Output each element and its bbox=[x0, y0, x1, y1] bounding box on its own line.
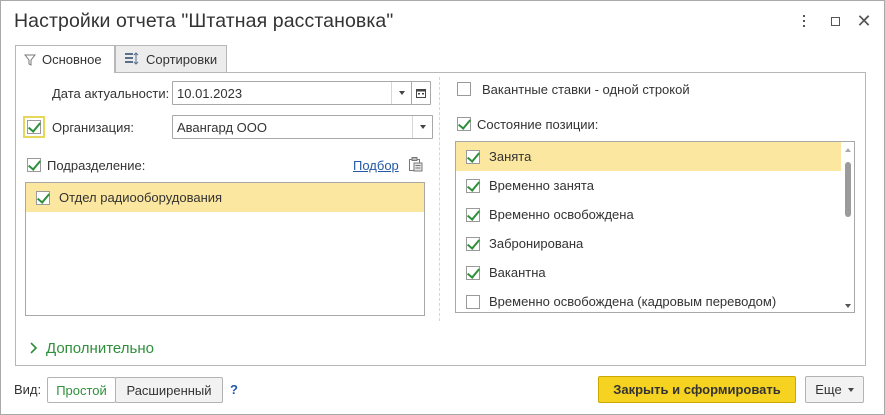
maximize-icon[interactable] bbox=[826, 11, 844, 31]
state-label: Состояние позиции: bbox=[477, 117, 599, 132]
state-item-checkbox[interactable] bbox=[466, 178, 480, 193]
calendar-button[interactable] bbox=[411, 81, 431, 105]
state-item-checkbox[interactable] bbox=[466, 294, 480, 309]
date-field[interactable]: 10.01.2023 bbox=[172, 81, 412, 105]
view-simple-button[interactable]: Простой bbox=[47, 377, 116, 403]
state-item-checkbox[interactable] bbox=[466, 149, 480, 164]
list-item[interactable]: Занята bbox=[456, 142, 841, 171]
calendar-icon bbox=[416, 89, 426, 98]
organization-value: Авангард ООО bbox=[177, 120, 267, 135]
column-divider bbox=[439, 77, 440, 321]
scroll-down-icon[interactable] bbox=[845, 304, 851, 308]
tab-main[interactable]: Основное bbox=[15, 45, 115, 73]
department-label: Подразделение: bbox=[47, 158, 146, 173]
vacancy-label: Вакантные ставки - одной строкой bbox=[482, 82, 690, 97]
department-checkbox[interactable] bbox=[27, 158, 41, 172]
state-item-label: Занята bbox=[489, 149, 532, 164]
close-and-build-button[interactable]: Закрыть и сформировать bbox=[598, 376, 796, 403]
date-value: 10.01.2023 bbox=[177, 86, 243, 101]
chevron-down-icon[interactable] bbox=[412, 116, 432, 138]
view-extended-button[interactable]: Расширенный bbox=[115, 377, 223, 403]
state-item-checkbox[interactable] bbox=[466, 236, 480, 251]
more-options-icon[interactable] bbox=[795, 11, 813, 31]
tab-main-label: Основное bbox=[42, 52, 102, 67]
list-item[interactable]: Временно занята bbox=[456, 171, 841, 200]
state-item-label: Временно освобождена (кадровым переводом… bbox=[489, 294, 777, 309]
state-item-checkbox[interactable] bbox=[466, 265, 480, 280]
state-item-label: Временно освобождена bbox=[489, 207, 634, 222]
department-item-checkbox[interactable] bbox=[36, 190, 50, 205]
tab-sorting-label: Сортировки bbox=[146, 51, 218, 67]
additional-section-toggle[interactable]: Дополнительно bbox=[46, 340, 154, 357]
settings-dialog: Настройки отчета "Штатная расстановка" ✕… bbox=[0, 0, 885, 415]
tab-sorting[interactable]: Сортировки bbox=[115, 45, 227, 72]
help-link[interactable]: ? bbox=[230, 382, 238, 397]
organization-checkbox[interactable] bbox=[23, 116, 45, 138]
scroll-thumb[interactable] bbox=[845, 162, 851, 217]
state-checkbox[interactable] bbox=[457, 117, 471, 131]
pick-link[interactable]: Подбор bbox=[353, 158, 399, 173]
organization-label: Организация: bbox=[52, 120, 135, 135]
list-item[interactable]: Отдел радиооборудования bbox=[26, 183, 424, 212]
scrollbar[interactable] bbox=[844, 144, 852, 310]
date-label: Дата актуальности: bbox=[52, 86, 170, 101]
organization-field[interactable]: Авангард ООО bbox=[172, 115, 433, 139]
scroll-up-icon[interactable] bbox=[845, 148, 851, 152]
state-item-checkbox[interactable] bbox=[466, 207, 480, 222]
department-list[interactable]: Отдел радиооборудования bbox=[25, 182, 425, 316]
view-label: Вид: bbox=[14, 382, 42, 397]
vacancy-checkbox[interactable] bbox=[457, 82, 471, 96]
list-item[interactable]: Временно освобождена bbox=[456, 200, 841, 229]
chevron-down-icon[interactable] bbox=[391, 82, 411, 104]
list-item[interactable]: Забронирована bbox=[456, 229, 841, 258]
more-button[interactable]: Еще bbox=[805, 376, 864, 403]
department-item-label: Отдел радиооборудования bbox=[59, 190, 223, 205]
list-item[interactable]: Временно освобождена (кадровым переводом… bbox=[456, 287, 841, 312]
state-list[interactable]: Занята Временно занята Временно освобожд… bbox=[455, 141, 855, 313]
list-item[interactable]: Вакантна bbox=[456, 258, 841, 287]
state-item-label: Вакантна bbox=[489, 265, 546, 280]
state-item-label: Забронирована bbox=[489, 236, 584, 251]
clipboard-icon[interactable] bbox=[408, 156, 423, 172]
dialog-title: Настройки отчета "Штатная расстановка" bbox=[14, 10, 394, 32]
close-icon[interactable]: ✕ bbox=[855, 11, 873, 31]
filter-icon bbox=[24, 54, 36, 66]
sort-icon bbox=[125, 52, 139, 65]
chevron-right-icon[interactable] bbox=[29, 341, 39, 355]
state-item-label: Временно занята bbox=[489, 178, 594, 193]
more-button-label: Еще bbox=[815, 382, 842, 397]
chevron-down-icon bbox=[847, 387, 854, 392]
